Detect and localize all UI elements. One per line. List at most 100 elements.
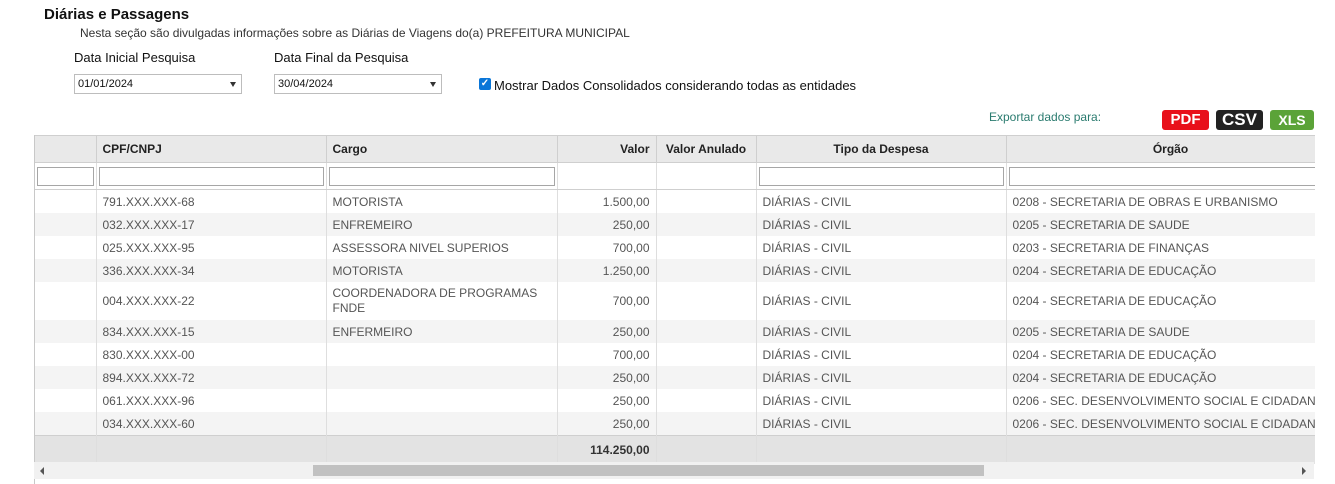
tipo-despesa-cell: DIÁRIAS - CIVIL <box>756 412 1007 436</box>
column-header-orgao[interactable]: Órgão <box>1006 135 1315 163</box>
page-title: Diárias e Passagens <box>44 6 190 23</box>
export-xls-button[interactable]: XLS <box>1270 110 1314 130</box>
cargo-cell <box>326 343 558 366</box>
filter-input-cargo[interactable] <box>328 166 555 186</box>
valor-cell: 700,00 <box>557 343 657 366</box>
tipo-despesa-cell: DIÁRIAS - CIVIL <box>756 366 1007 389</box>
chevron-down-icon <box>430 82 436 87</box>
table-body: 791.XXX.XXX-68 MOTORISTA 1.500,00 DIÁRIAS -… <box>35 189 1315 436</box>
cpf-cell: 032.XXX.XXX-17 <box>96 213 327 236</box>
tipo-despesa-cell: DIÁRIAS - CIVIL <box>756 213 1007 236</box>
scroll-left-icon[interactable] <box>40 467 44 475</box>
filter-input-tipo[interactable] <box>758 166 1004 186</box>
end-date-select[interactable]: 30/04/2024 <box>274 74 442 94</box>
cpf-cell: 894.XXX.XXX-72 <box>96 366 327 389</box>
column-header-select[interactable] <box>35 135 97 163</box>
row-select-cell <box>35 236 97 259</box>
filter-row <box>35 162 1315 190</box>
filter-cell <box>35 162 97 190</box>
cargo-cell: ENFREMEIRO <box>326 213 558 236</box>
cargo-cell: MOTORISTA <box>326 189 558 213</box>
column-header-tipo-despesa[interactable]: Tipo da Despesa <box>756 135 1007 163</box>
valor-cell: 700,00 <box>557 236 657 259</box>
page-description: Nesta seção são divulgadas informações s… <box>80 26 630 40</box>
table-row[interactable]: 791.XXX.XXX-68 MOTORISTA 1.500,00 DIÁRIAS -… <box>35 189 1315 213</box>
valor-anulado-cell <box>656 412 757 436</box>
valor-anulado-cell <box>656 320 757 343</box>
total-row: 114.250,00 <box>35 435 1315 464</box>
valor-anulado-cell <box>656 236 757 259</box>
data-grid: CPF/CNPJ Cargo Valor Valor Anulado Tipo … <box>34 135 1315 484</box>
orgao-cell: 0204 - SECRETARIA DE EDUCAÇÃO <box>1006 259 1315 282</box>
filter-cell <box>96 162 327 190</box>
table-row[interactable]: 834.XXX.XXX-15 ENFERMEIRO 250,00 DIÁRIAS - … <box>35 320 1315 343</box>
cpf-cell: 025.XXX.XXX-95 <box>96 236 327 259</box>
table-row[interactable]: 004.XXX.XXX-22 COORDENADORA DE PROGRAMAS … <box>35 282 1315 320</box>
cpf-cell: 061.XXX.XXX-96 <box>96 389 327 412</box>
column-header-cpf[interactable]: CPF/CNPJ <box>96 135 327 163</box>
row-select-cell <box>35 343 97 366</box>
orgao-cell: 0206 - SEC. DESENVOLVIMENTO SOCIAL E CID… <box>1006 389 1315 412</box>
consolidated-checkbox[interactable]: ✓ <box>479 78 491 90</box>
end-date-label: Data Final da Pesquisa <box>274 50 409 65</box>
orgao-cell: 0205 - SECRETARIA DE SAUDE <box>1006 320 1315 343</box>
cargo-cell: ENFERMEIRO <box>326 320 558 343</box>
valor-cell: 250,00 <box>557 366 657 389</box>
cargo-cell: MOTORISTA <box>326 259 558 282</box>
end-date-value: 30/04/2024 <box>278 78 334 90</box>
cpf-cell: 791.XXX.XXX-68 <box>96 189 327 213</box>
column-header-cargo[interactable]: Cargo <box>326 135 558 163</box>
export-label: Exportar dados para: <box>989 110 1102 124</box>
valor-cell: 1.500,00 <box>557 189 657 213</box>
column-header-valor-anulado[interactable]: Valor Anulado <box>656 135 757 163</box>
orgao-cell: 0204 - SECRETARIA DE EDUCAÇÃO <box>1006 366 1315 389</box>
row-select-cell <box>35 282 97 320</box>
scrollbar-thumb[interactable] <box>313 465 984 476</box>
table-row[interactable]: 034.XXX.XXX-60 250,00 DIÁRIAS - CIVIL 0206 … <box>35 412 1315 436</box>
valor-cell: 1.250,00 <box>557 259 657 282</box>
filter-input-orgao[interactable] <box>1008 166 1315 186</box>
table-row[interactable]: 032.XXX.XXX-17 ENFREMEIRO 250,00 DIÁRIAS - … <box>35 213 1315 236</box>
table-row[interactable]: 894.XXX.XXX-72 250,00 DIÁRIAS - CIVIL 0204 … <box>35 366 1315 389</box>
horizontal-scrollbar[interactable] <box>34 462 1314 479</box>
valor-cell: 250,00 <box>557 412 657 436</box>
table-row[interactable]: 336.XXX.XXX-34 MOTORISTA 1.250,00 DIÁRIAS -… <box>35 259 1315 282</box>
export-csv-button[interactable]: CSV <box>1216 110 1263 130</box>
orgao-cell: 0204 - SECRETARIA DE EDUCAÇÃO <box>1006 282 1315 320</box>
valor-anulado-cell <box>656 259 757 282</box>
valor-anulado-cell <box>656 282 757 320</box>
table-row[interactable]: 025.XXX.XXX-95 ASSESSORA NIVEL SUPERIOS 70… <box>35 236 1315 259</box>
row-select-cell <box>35 213 97 236</box>
orgao-cell: 0208 - SECRETARIA DE OBRAS E URBANISMO <box>1006 189 1315 213</box>
row-select-cell <box>35 320 97 343</box>
valor-anulado-cell <box>656 213 757 236</box>
row-select-cell <box>35 389 97 412</box>
scroll-right-icon[interactable] <box>1302 467 1306 475</box>
orgao-cell: 0206 - SEC. DESENVOLVIMENTO SOCIAL E CID… <box>1006 412 1315 436</box>
cpf-cell: 834.XXX.XXX-15 <box>96 320 327 343</box>
tipo-despesa-cell: DIÁRIAS - CIVIL <box>756 320 1007 343</box>
filter-cell <box>656 162 757 190</box>
consolidated-checkbox-label[interactable]: Mostrar Dados Consolidados considerando … <box>494 78 856 93</box>
travel-expenses-table: CPF/CNPJ Cargo Valor Valor Anulado Tipo … <box>35 135 1315 464</box>
filter-input-cpf[interactable] <box>98 166 324 186</box>
cargo-cell: ASSESSORA NIVEL SUPERIOS <box>326 236 558 259</box>
valor-anulado-cell <box>656 343 757 366</box>
valor-cell: 700,00 <box>557 282 657 320</box>
start-date-select[interactable]: 01/01/2024 <box>74 74 242 94</box>
export-pdf-button[interactable]: PDF <box>1162 110 1209 130</box>
filter-input-col0[interactable] <box>37 166 94 186</box>
cpf-cell: 034.XXX.XXX-60 <box>96 412 327 436</box>
header-row: CPF/CNPJ Cargo Valor Valor Anulado Tipo … <box>35 135 1315 163</box>
cpf-cell: 830.XXX.XXX-00 <box>96 343 327 366</box>
row-select-cell <box>35 189 97 213</box>
table-row[interactable]: 061.XXX.XXX-96 250,00 DIÁRIAS - CIVIL 0206 … <box>35 389 1315 412</box>
table-row[interactable]: 830.XXX.XXX-00 700,00 DIÁRIAS - CIVIL 0204 … <box>35 343 1315 366</box>
row-select-cell <box>35 259 97 282</box>
cpf-cell: 336.XXX.XXX-34 <box>96 259 327 282</box>
cargo-cell: COORDENADORA DE PROGRAMAS FNDE <box>326 282 558 320</box>
column-header-valor[interactable]: Valor <box>557 135 657 163</box>
filter-cell <box>557 162 657 190</box>
orgao-cell: 0204 - SECRETARIA DE EDUCAÇÃO <box>1006 343 1315 366</box>
cargo-cell <box>326 389 558 412</box>
